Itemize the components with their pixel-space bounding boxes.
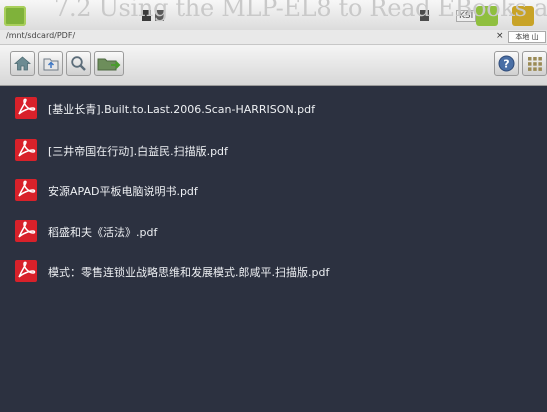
search-icon xyxy=(71,56,86,71)
folder-up-button[interactable] xyxy=(38,51,63,76)
pdf-icon xyxy=(15,220,37,242)
pdf-icon xyxy=(15,139,37,161)
folder-arrow-icon xyxy=(97,58,121,70)
list-item[interactable]: 模式：零售连锁业战略思维和发展模式.郎咸平.扫描版.pdf xyxy=(0,251,547,291)
toolbar: ? xyxy=(0,45,547,86)
list-item[interactable]: [基业长青].Built.to.Last.2006.Scan-HARRISON.… xyxy=(0,88,547,128)
location-button[interactable]: 本地 山 xyxy=(508,31,546,43)
file-name: [三井帝国在行动].白益民.扫描版.pdf xyxy=(48,145,228,158)
status-bar: KSI 7.2 Using the MLP-EL8 to Read EBooks… xyxy=(0,0,547,30)
file-list: [基业长青].Built.to.Last.2006.Scan-HARRISON.… xyxy=(0,86,547,412)
list-item[interactable]: 安源APAD平板电脑说明书.pdf xyxy=(0,170,547,210)
list-item[interactable]: 稻盛和夫《活法》.pdf xyxy=(0,211,547,251)
pdf-icon xyxy=(15,260,37,282)
list-item[interactable]: [三井帝国在行动].白益民.扫描版.pdf xyxy=(0,130,547,170)
grid-icon xyxy=(527,56,542,71)
file-name: [基业长青].Built.to.Last.2006.Scan-HARRISON.… xyxy=(48,103,316,116)
close-path-button[interactable]: × xyxy=(496,31,504,41)
file-name: 模式：零售连锁业战略思维和发展模式.郎咸平.扫描版.pdf xyxy=(48,266,330,279)
path-bar: /mnt/sdcard/PDF/ × 本地 山 xyxy=(0,30,547,45)
path-label: /mnt/sdcard/PDF/ xyxy=(6,31,76,40)
grid-view-button[interactable] xyxy=(522,51,547,76)
page-title: 7.2 Using the MLP-EL8 to Read EBooks an xyxy=(54,0,547,22)
open-folder-button[interactable] xyxy=(94,51,124,76)
help-button[interactable]: ? xyxy=(494,51,519,76)
file-name: 安源APAD平板电脑说明书.pdf xyxy=(48,185,198,198)
search-button[interactable] xyxy=(66,51,91,76)
home-button[interactable] xyxy=(10,51,35,76)
help-icon: ? xyxy=(498,55,515,72)
pdf-icon xyxy=(15,179,37,201)
pdf-icon xyxy=(15,97,37,119)
folder-up-icon xyxy=(43,58,58,70)
home-icon xyxy=(14,56,31,71)
svg-text:?: ? xyxy=(503,58,509,71)
file-name: 稻盛和夫《活法》.pdf xyxy=(48,226,158,239)
app-icon[interactable] xyxy=(4,6,26,26)
